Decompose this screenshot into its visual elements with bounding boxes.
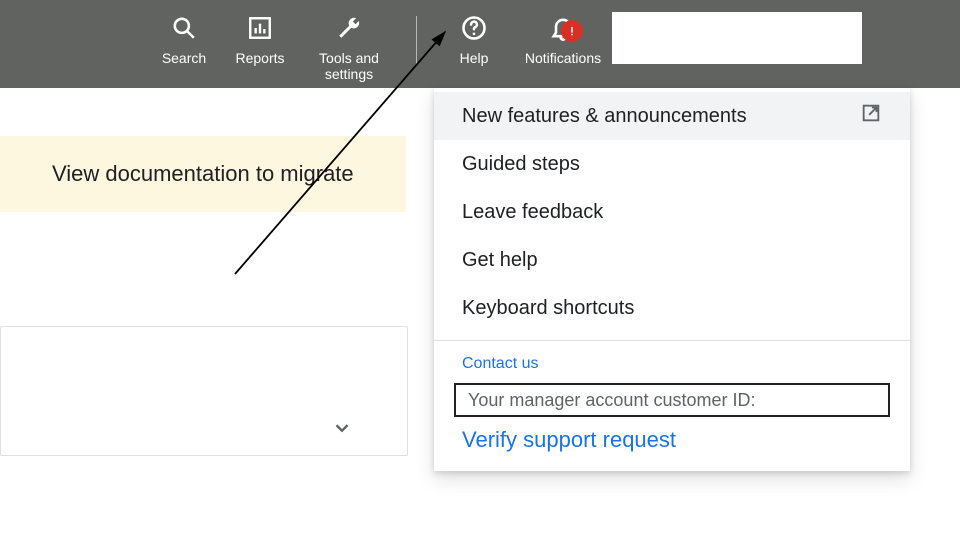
nav-reports-label: Reports <box>235 50 284 66</box>
menu-item-keyboard-shortcuts[interactable]: Keyboard shortcuts <box>434 284 910 332</box>
verify-support-request-link[interactable]: Verify support request <box>434 417 910 453</box>
nav-divider <box>416 16 417 64</box>
nav-notifications-label: Notifications <box>525 50 601 66</box>
contact-us-header: Contact us <box>434 355 910 373</box>
help-menu: New features & announcements Guided step… <box>434 88 910 471</box>
notification-badge <box>561 20 583 42</box>
menu-item-label: Get help <box>462 249 538 272</box>
menu-item-label: Guided steps <box>462 153 580 176</box>
migration-banner-text: View documentation to migrate <box>52 161 354 187</box>
menu-item-label: Keyboard shortcuts <box>462 297 634 320</box>
nav-items: Search Reports Tools and settings <box>148 14 613 82</box>
nav-search[interactable]: Search <box>148 14 220 82</box>
collapsible-card[interactable] <box>0 326 408 456</box>
help-icon <box>460 14 488 42</box>
menu-item-get-help[interactable]: Get help <box>434 236 910 284</box>
topbar: Search Reports Tools and settings <box>0 0 960 88</box>
reports-icon <box>247 14 273 42</box>
menu-item-label: Leave feedback <box>462 201 603 224</box>
nav-reports[interactable]: Reports <box>220 14 300 82</box>
nav-help[interactable]: Help <box>435 14 513 82</box>
nav-notifications[interactable]: Notifications <box>513 14 613 82</box>
verify-link-text: Verify support request <box>462 427 676 452</box>
wrench-icon <box>336 14 362 42</box>
customer-id-box: Your manager account customer ID: <box>454 383 890 417</box>
chevron-down-icon[interactable] <box>331 417 353 444</box>
menu-item-new-features[interactable]: New features & announcements <box>434 92 910 140</box>
profile-box[interactable] <box>612 12 862 64</box>
migration-banner[interactable]: View documentation to migrate <box>0 136 406 212</box>
menu-item-guided-steps[interactable]: Guided steps <box>434 140 910 188</box>
nav-tools-label: Tools and settings <box>319 50 379 82</box>
nav-search-label: Search <box>162 50 206 66</box>
nav-tools[interactable]: Tools and settings <box>300 14 398 82</box>
menu-item-leave-feedback[interactable]: Leave feedback <box>434 188 910 236</box>
nav-help-label: Help <box>460 50 489 66</box>
menu-divider <box>434 340 910 341</box>
search-icon <box>171 14 197 42</box>
customer-id-label: Your manager account customer ID: <box>468 390 755 411</box>
bell-icon <box>549 14 577 42</box>
menu-item-label: New features & announcements <box>462 105 747 128</box>
open-external-icon <box>860 102 882 130</box>
